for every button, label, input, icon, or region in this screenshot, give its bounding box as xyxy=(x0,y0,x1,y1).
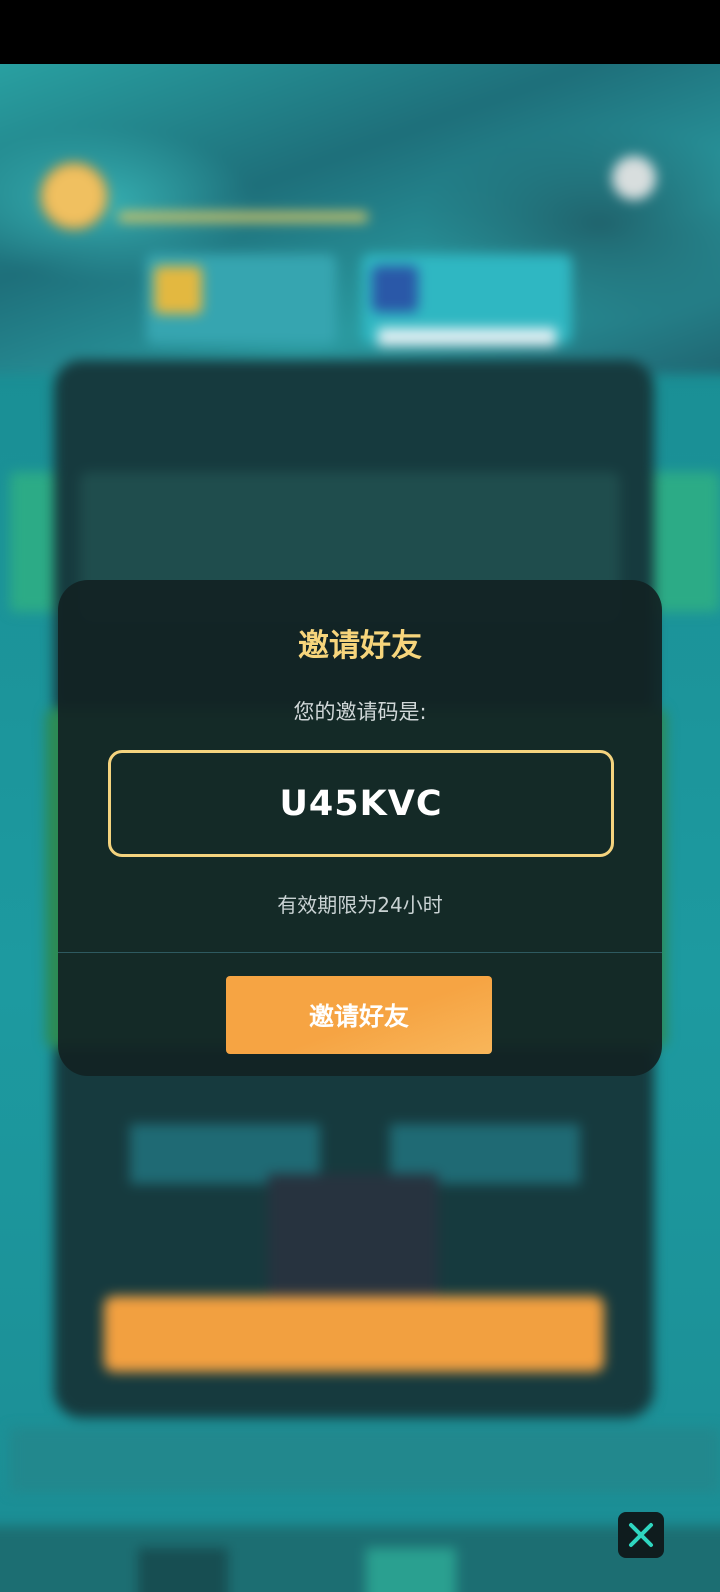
divider xyxy=(58,952,662,953)
status-bar xyxy=(0,0,720,64)
invite-code-box[interactable]: U45KVC xyxy=(108,750,614,857)
validity-text: 有效期限为24小时 xyxy=(277,893,443,917)
close-icon xyxy=(629,1523,653,1547)
dialog-title: 邀请好友 xyxy=(298,628,422,664)
invite-code: U45KVC xyxy=(279,783,443,824)
close-button[interactable] xyxy=(618,1512,664,1558)
invite-friend-button-label: 邀请好友 xyxy=(308,1002,409,1031)
invite-code-label: 您的邀请码是: xyxy=(293,700,427,724)
invite-friend-dialog: 邀请好友 您的邀请码是: U45KVC 有效期限为24小时 邀请好友 xyxy=(58,580,662,1076)
invite-friend-button[interactable]: 邀请好友 xyxy=(226,976,492,1054)
